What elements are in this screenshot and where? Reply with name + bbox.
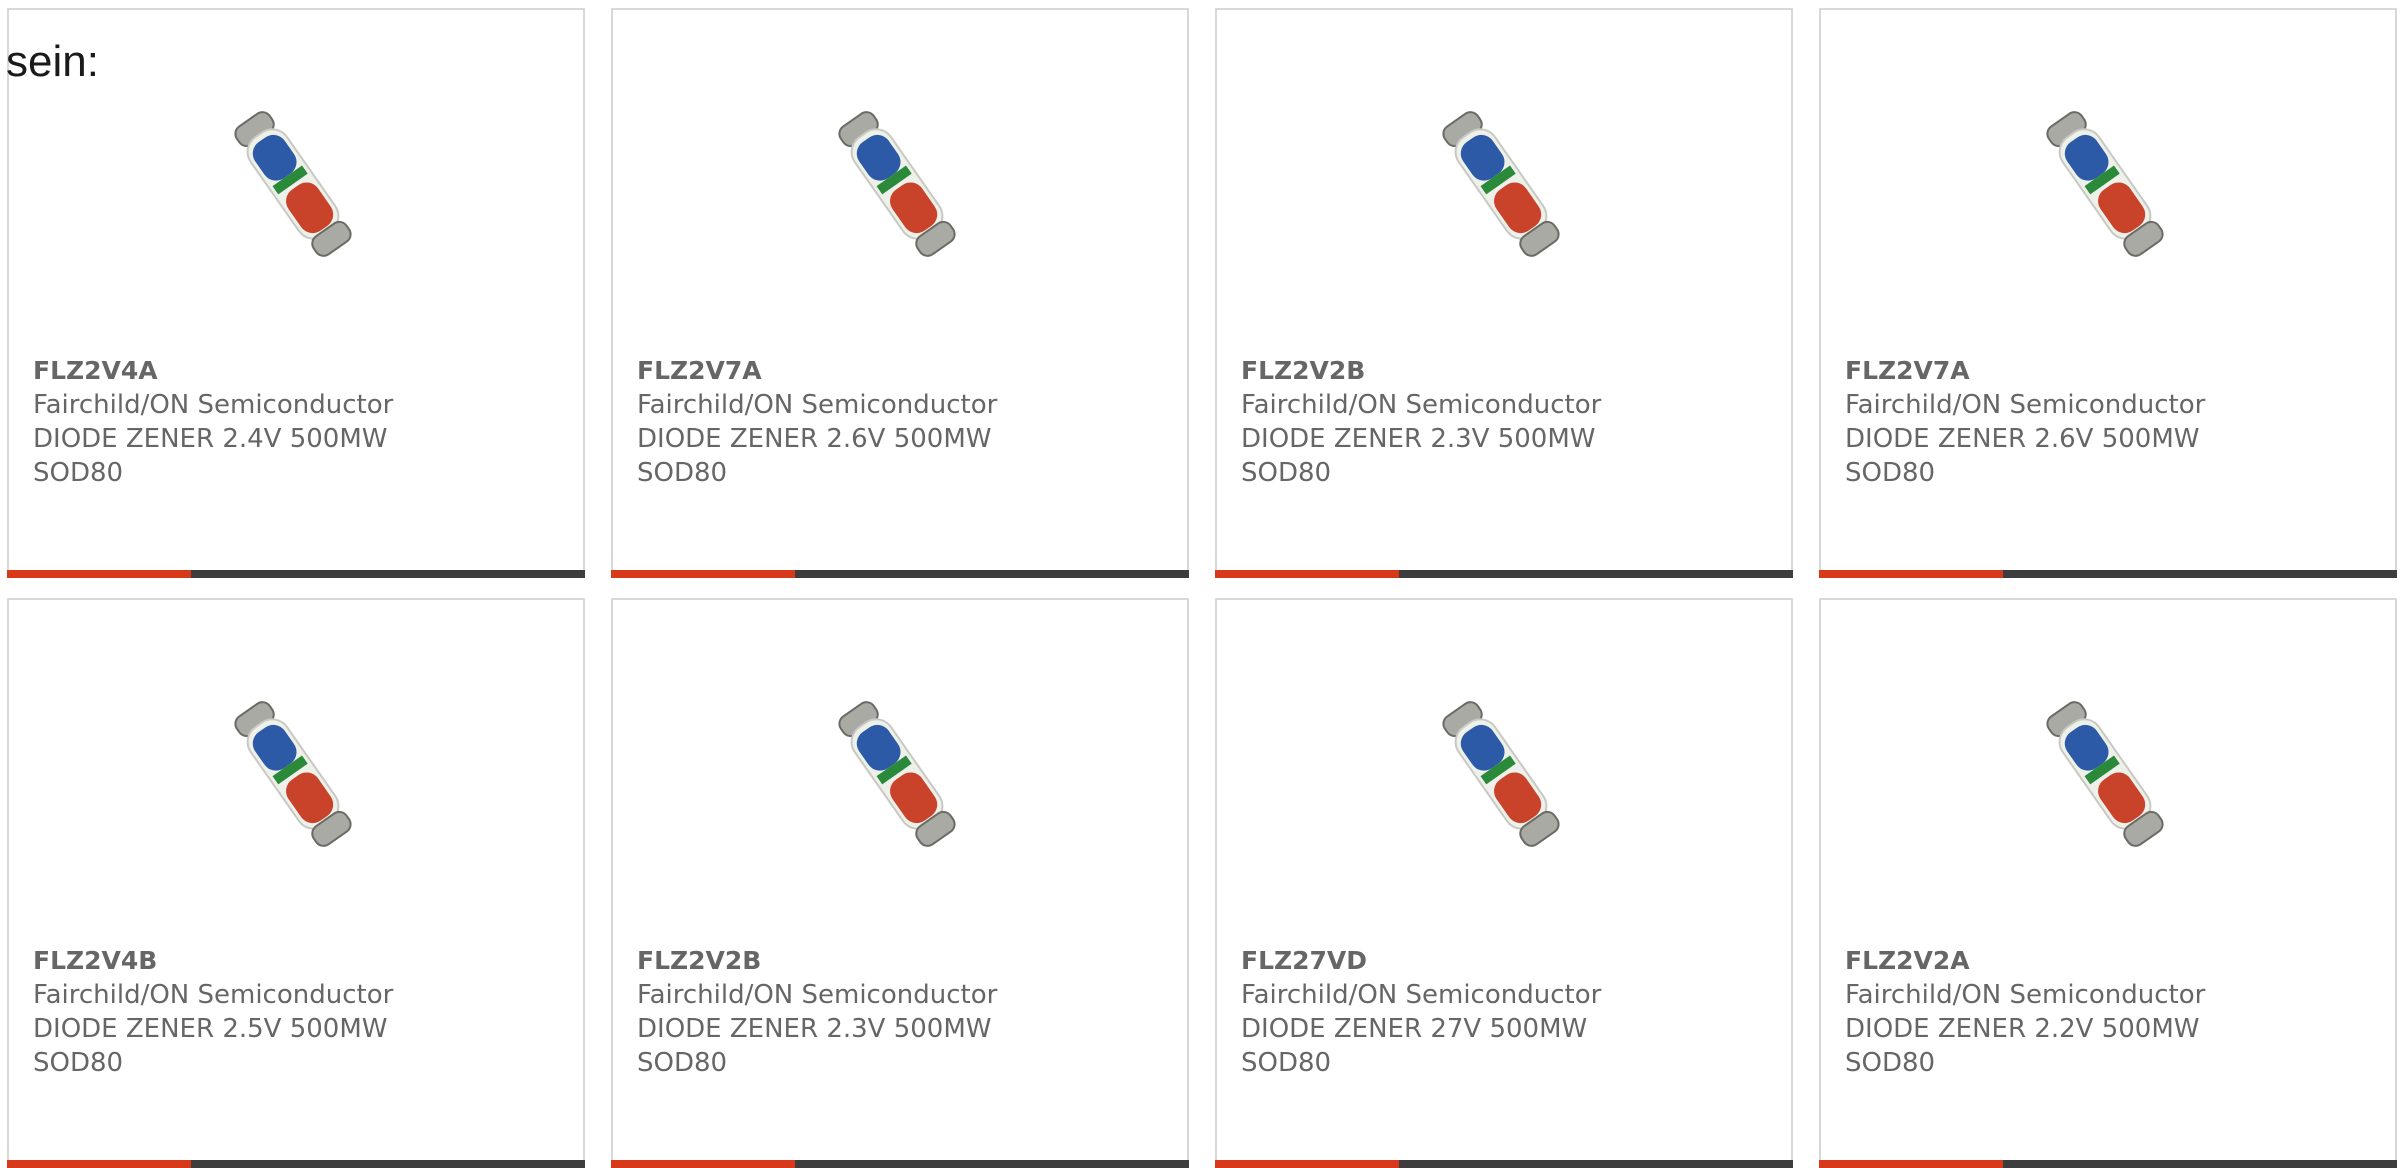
product-card[interactable]: FLZ2V7A Fairchild/ON Semiconductor DIODE…: [1819, 8, 2397, 578]
manufacturer: Fairchild/ON Semiconductor: [33, 390, 394, 420]
part-number: FLZ2V2B: [1241, 356, 1366, 385]
product-card[interactable]: FLZ2V2B Fairchild/ON Semiconductor DIODE…: [611, 598, 1189, 1168]
zener-diode-image: [797, 674, 997, 874]
package: SOD80: [1845, 1048, 1936, 1078]
card-accent-bar: [7, 570, 585, 578]
package: SOD80: [33, 1048, 124, 1078]
part-number: FLZ2V2B: [637, 946, 762, 975]
zener-diode-image: [2005, 84, 2205, 284]
part-number: FLZ2V7A: [1845, 356, 1970, 385]
product-card[interactable]: FLZ2V4B Fairchild/ON Semiconductor DIODE…: [7, 598, 585, 1168]
product-card[interactable]: FLZ2V2B Fairchild/ON Semiconductor DIODE…: [1215, 8, 1793, 578]
product-card[interactable]: FLZ2V4A Fairchild/ON Semiconductor DIODE…: [7, 8, 585, 578]
manufacturer: Fairchild/ON Semiconductor: [1845, 980, 2206, 1010]
page-text-fragment: sein:: [6, 37, 99, 86]
part-number: FLZ2V2A: [1845, 946, 1970, 975]
description: DIODE ZENER 2.4V 500MW: [33, 424, 388, 454]
manufacturer: Fairchild/ON Semiconductor: [33, 980, 394, 1010]
package: SOD80: [33, 458, 124, 488]
card-accent-bar: [1215, 1160, 1793, 1168]
card-accent-bar: [1819, 1160, 2397, 1168]
manufacturer: Fairchild/ON Semiconductor: [637, 980, 998, 1010]
product-card[interactable]: FLZ27VD Fairchild/ON Semiconductor DIODE…: [1215, 598, 1793, 1168]
description: DIODE ZENER 27V 500MW: [1241, 1014, 1588, 1044]
part-number: FLZ2V7A: [637, 356, 762, 385]
zener-diode-image: [1401, 674, 1601, 874]
manufacturer: Fairchild/ON Semiconductor: [1845, 390, 2206, 420]
zener-diode-image: [193, 674, 393, 874]
card-accent-bar: [611, 570, 1189, 578]
description: DIODE ZENER 2.5V 500MW: [33, 1014, 388, 1044]
package: SOD80: [1241, 458, 1332, 488]
zener-diode-image: [2005, 674, 2205, 874]
zener-diode-image: [1401, 84, 1601, 284]
card-accent-bar: [7, 1160, 585, 1168]
manufacturer: Fairchild/ON Semiconductor: [1241, 390, 1602, 420]
manufacturer: Fairchild/ON Semiconductor: [637, 390, 998, 420]
description: DIODE ZENER 2.6V 500MW: [1845, 424, 2200, 454]
manufacturer: Fairchild/ON Semiconductor: [1241, 980, 1602, 1010]
description: DIODE ZENER 2.2V 500MW: [1845, 1014, 2200, 1044]
card-accent-bar: [1819, 570, 2397, 578]
package: SOD80: [1845, 458, 1936, 488]
zener-diode-image: [193, 84, 393, 284]
zener-diode-image: [797, 84, 997, 284]
part-number: FLZ2V4B: [33, 946, 158, 975]
description: DIODE ZENER 2.3V 500MW: [1241, 424, 1596, 454]
card-accent-bar: [1215, 570, 1793, 578]
product-card[interactable]: FLZ2V7A Fairchild/ON Semiconductor DIODE…: [611, 8, 1189, 578]
description: DIODE ZENER 2.6V 500MW: [637, 424, 992, 454]
card-accent-bar: [611, 1160, 1189, 1168]
package: SOD80: [1241, 1048, 1332, 1078]
product-card[interactable]: FLZ2V2A Fairchild/ON Semiconductor DIODE…: [1819, 598, 2397, 1168]
part-number: FLZ27VD: [1241, 946, 1368, 975]
package: SOD80: [637, 1048, 728, 1078]
part-number: FLZ2V4A: [33, 356, 158, 385]
package: SOD80: [637, 458, 728, 488]
description: DIODE ZENER 2.3V 500MW: [637, 1014, 992, 1044]
